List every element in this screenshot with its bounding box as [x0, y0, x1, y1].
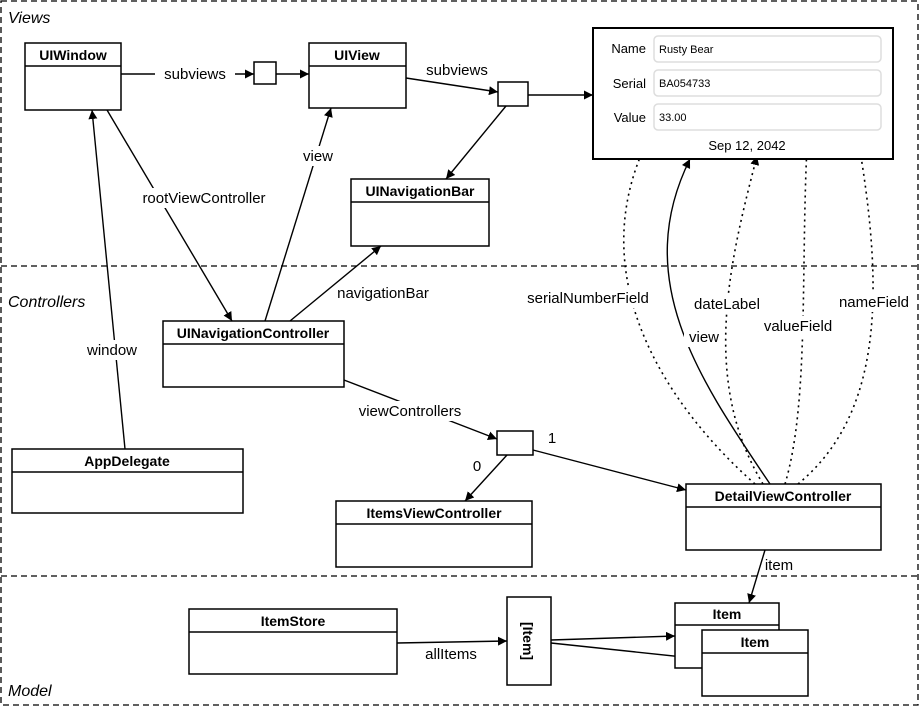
edge-window [88, 109, 126, 450]
architecture-diagram: Views Controllers Model subviews subview… [0, 0, 919, 706]
label-serialnumberfield: serialNumberField [527, 290, 649, 307]
class-detailviewcontroller: DetailViewController [685, 483, 882, 551]
edge-index1 [532, 449, 687, 493]
label-navigationbar: navigationBar [337, 285, 429, 302]
date-label: Sep 12, 2042 [708, 138, 785, 153]
uiwindow-title: UIWindow [39, 47, 107, 63]
navcontroller-title: UINavigationController [177, 325, 330, 341]
label-subviews-1: subviews [164, 66, 226, 83]
name-value: Rusty Bear [659, 44, 714, 56]
section-controllers: Controllers [8, 294, 85, 311]
itemstore-title: ItemStore [261, 613, 326, 629]
edge-detail-view [666, 158, 771, 485]
edge-datelabel [724, 155, 764, 485]
edge-navigationbar [289, 245, 382, 322]
label-rootviewcontroller: rootViewController [142, 190, 265, 207]
subviews-collection-2 [497, 81, 529, 107]
label-index-0: 0 [473, 458, 481, 475]
class-itemstore: ItemStore [188, 608, 398, 675]
edge-array-item1 [550, 631, 676, 641]
appdelegate-title: AppDelegate [84, 453, 170, 469]
class-uinavigationcontroller: UINavigationController [162, 320, 345, 388]
item2-title: Item [741, 634, 770, 650]
uiview-title: UIView [334, 47, 380, 63]
serial-label: Serial [613, 76, 646, 91]
itemsvc-title: ItemsViewController [366, 505, 502, 521]
label-subviews-2: subviews [426, 62, 488, 79]
label-datelabel: dateLabel [694, 296, 760, 313]
label-item: item [765, 557, 793, 574]
label-viewcontrollers: viewControllers [359, 403, 462, 420]
class-item-2: Item [701, 629, 809, 697]
class-uiview: UIView [308, 42, 407, 109]
label-window: window [86, 342, 137, 359]
subviews-collection-1 [253, 61, 277, 85]
serial-value: BA054733 [659, 78, 710, 90]
section-views: Views [8, 10, 50, 27]
edge-rootviewcontroller [106, 109, 233, 322]
detailvc-title: DetailViewController [715, 488, 852, 504]
value-value: 33.00 [659, 112, 687, 124]
edge-uiview-subviews [405, 77, 499, 96]
label-allitems: allItems [425, 646, 477, 663]
label-namefield: nameField [839, 294, 909, 311]
navbar-title: UINavigationBar [366, 183, 475, 199]
label-detail-view: view [689, 329, 719, 346]
edge-subviews-navbar [445, 105, 507, 180]
item1-title: Item [713, 606, 742, 622]
edge-allitems [396, 636, 508, 646]
value-label: Value [614, 110, 646, 125]
class-uiwindow: UIWindow [24, 42, 122, 111]
label-view: view [303, 148, 333, 165]
label-valuefield: valueField [764, 318, 832, 335]
edge-index0 [464, 454, 508, 502]
detail-form: Name Rusty Bear Serial BA054733 Value 33… [592, 27, 894, 160]
name-label: Name [611, 41, 646, 56]
value-field[interactable] [653, 103, 882, 131]
section-model: Model [8, 683, 52, 700]
label-index-1: 1 [548, 430, 556, 447]
class-itemsviewcontroller: ItemsViewController [335, 500, 533, 568]
class-appdelegate: AppDelegate [11, 448, 244, 514]
edge-valuefield [784, 127, 812, 485]
edge-view [264, 107, 333, 322]
item-array-title: [Item] [520, 622, 536, 660]
viewcontrollers-collection [496, 430, 534, 456]
class-uinavigationbar: UINavigationBar [350, 178, 490, 247]
item-array: [Item] [506, 596, 552, 686]
